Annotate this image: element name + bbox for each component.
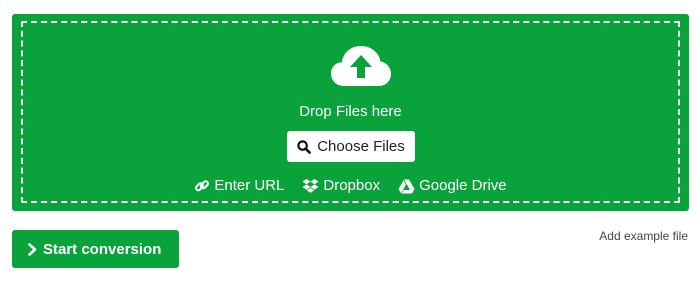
link-icon: [195, 180, 210, 192]
upload-sources: Enter URL Dropbox Google Drive: [23, 177, 678, 195]
choose-files-label: Choose Files: [317, 138, 405, 155]
dropzone-dashed-border: Drop Files here Choose Files Enter URL D…: [21, 21, 680, 203]
search-icon: [297, 139, 312, 154]
start-conversion-button[interactable]: Start conversion: [12, 230, 179, 268]
google-drive-icon: [398, 179, 415, 193]
google-drive-link[interactable]: Google Drive: [398, 177, 507, 195]
choose-files-button[interactable]: Choose Files: [287, 131, 415, 162]
google-drive-label: Google Drive: [419, 177, 507, 194]
enter-url-link[interactable]: Enter URL: [194, 177, 284, 195]
drop-files-text: Drop Files here: [299, 103, 402, 120]
enter-url-label: Enter URL: [214, 177, 285, 194]
cloud-upload-icon: [331, 46, 391, 86]
dropbox-link[interactable]: Dropbox: [302, 177, 380, 195]
dropbox-icon: [302, 179, 319, 193]
dropbox-label: Dropbox: [323, 177, 381, 194]
add-example-file-link[interactable]: Add example file: [599, 229, 688, 243]
chevron-right-icon: [28, 242, 37, 256]
start-conversion-label: Start conversion: [43, 240, 162, 258]
file-dropzone[interactable]: Drop Files here Choose Files Enter URL D…: [12, 14, 689, 211]
